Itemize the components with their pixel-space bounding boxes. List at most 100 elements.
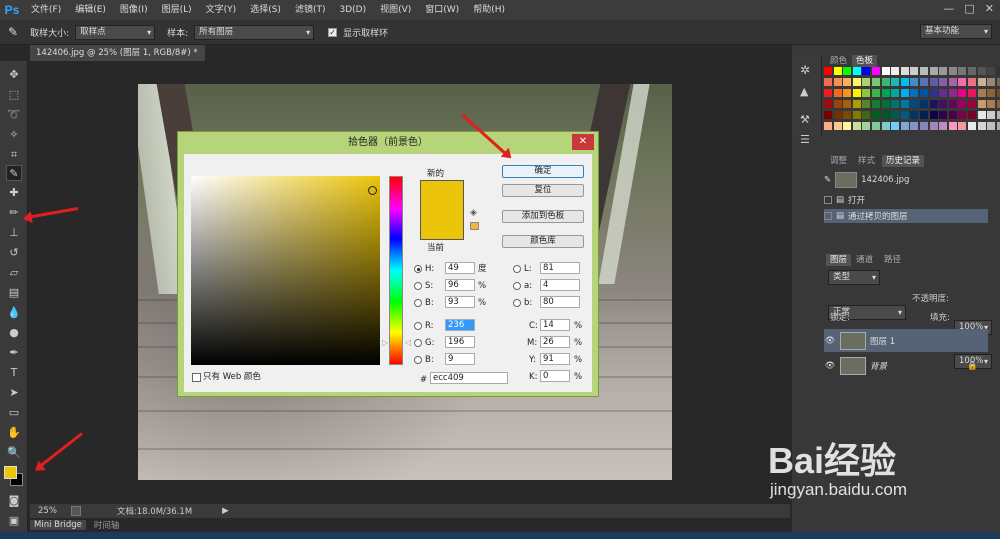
add-to-swatches-button[interactable]: 添加到色板	[502, 210, 584, 223]
swatch[interactable]	[891, 78, 900, 86]
reset-button[interactable]: 复位	[502, 184, 584, 197]
close-window-button[interactable]: ✕	[985, 2, 994, 15]
minimize-button[interactable]: —	[943, 2, 954, 15]
radio-a[interactable]	[513, 282, 521, 290]
ok-button[interactable]: 确定	[502, 165, 584, 178]
menu-3d[interactable]: 3D(D)	[332, 0, 373, 20]
blur-tool-icon[interactable]: 💧	[6, 305, 22, 321]
menu-window[interactable]: 窗口(W)	[418, 0, 466, 20]
swatch[interactable]	[833, 89, 842, 97]
swatch[interactable]	[958, 122, 967, 130]
radio-blue[interactable]	[414, 356, 422, 364]
workspace-select[interactable]: 基本功能	[920, 24, 992, 39]
swatch[interactable]	[948, 100, 957, 108]
status-info-icon[interactable]	[70, 506, 81, 516]
swatch[interactable]	[958, 111, 967, 119]
crop-tool-icon[interactable]: ⌗	[6, 147, 22, 163]
swatch[interactable]	[987, 122, 996, 130]
status-menu-arrow-icon[interactable]: ▶	[222, 506, 229, 516]
histogram-icon[interactable]: ▲	[800, 85, 808, 98]
move-tool-icon[interactable]: ✥	[6, 67, 22, 83]
swatch[interactable]	[872, 100, 880, 108]
swatch[interactable]	[833, 78, 842, 86]
color-selection-ring[interactable]	[368, 186, 377, 195]
swatch[interactable]	[881, 122, 890, 130]
tab-paths[interactable]: 路径	[880, 254, 905, 266]
swatch[interactable]	[900, 111, 909, 119]
swatch[interactable]	[843, 78, 852, 86]
swatch[interactable]	[948, 122, 957, 130]
swatch[interactable]	[852, 89, 861, 97]
menu-filter[interactable]: 滤镜(T)	[288, 0, 333, 20]
swatch[interactable]	[900, 100, 909, 108]
sample-size-select[interactable]: 取样点	[75, 24, 156, 40]
swatch[interactable]	[977, 67, 986, 75]
maximize-button[interactable]: □	[964, 2, 974, 15]
swatch[interactable]	[833, 122, 842, 130]
swatch[interactable]	[948, 78, 957, 86]
properties-icon[interactable]: ☰	[800, 133, 810, 146]
hand-tool-icon[interactable]: ✋	[6, 425, 22, 441]
swatch[interactable]	[891, 122, 900, 130]
menu-view[interactable]: 视图(V)	[373, 0, 418, 20]
swatch[interactable]	[881, 78, 890, 86]
history-brush-tool-icon[interactable]: ↺	[6, 245, 22, 261]
swatch[interactable]	[862, 89, 871, 97]
swatch[interactable]	[929, 67, 938, 75]
tab-color[interactable]: 颜色	[826, 55, 851, 67]
y-input[interactable]: 91	[540, 353, 570, 365]
visibility-eye-icon[interactable]: 👁	[824, 361, 836, 371]
swatch[interactable]	[881, 100, 890, 108]
swatch[interactable]	[891, 100, 900, 108]
swatch[interactable]	[843, 89, 852, 97]
radio-h[interactable]	[414, 265, 422, 273]
h-input[interactable]: 49	[445, 262, 475, 274]
swatch[interactable]	[910, 100, 919, 108]
tab-layers[interactable]: 图层	[826, 254, 852, 266]
web-safe-color-icon[interactable]	[470, 222, 479, 230]
radio-l[interactable]	[513, 265, 521, 273]
b-input[interactable]: 93	[445, 296, 475, 308]
radio-g[interactable]	[414, 339, 422, 347]
swatch[interactable]	[852, 111, 861, 119]
swatch[interactable]	[872, 89, 880, 97]
swatch[interactable]	[833, 67, 842, 75]
swatch[interactable]	[920, 78, 928, 86]
path-select-tool-icon[interactable]: ➤	[6, 385, 22, 401]
swatch[interactable]	[900, 67, 909, 75]
brush-tool-icon[interactable]: ✏	[6, 205, 22, 221]
menu-select[interactable]: 选择(S)	[243, 0, 288, 20]
swatch[interactable]	[910, 67, 919, 75]
c-input[interactable]: 14	[540, 319, 570, 331]
layer-row[interactable]: 👁 背景 🔒	[824, 354, 988, 377]
swatch[interactable]	[977, 100, 986, 108]
swatch[interactable]	[948, 67, 957, 75]
layer-row[interactable]: 👁 图层 1	[824, 329, 988, 352]
type-tool-icon[interactable]: T	[6, 365, 22, 381]
foreground-color-swatch[interactable]	[4, 466, 17, 479]
swatch[interactable]	[939, 100, 948, 108]
screen-mode-icon[interactable]: ▣	[6, 513, 22, 529]
swatch[interactable]	[920, 67, 928, 75]
swatch[interactable]	[843, 122, 852, 130]
swatch[interactable]	[824, 100, 832, 108]
swatch[interactable]	[948, 111, 957, 119]
hue-slider-arrow-left-icon[interactable]: ▷	[382, 338, 388, 347]
s-input[interactable]: 96	[445, 279, 475, 291]
swatch[interactable]	[939, 89, 948, 97]
swatch[interactable]	[939, 122, 948, 130]
menu-file[interactable]: 文件(F)	[24, 0, 68, 20]
swatch[interactable]	[958, 89, 967, 97]
swatch[interactable]	[852, 67, 861, 75]
saturation-brightness-field[interactable]	[191, 176, 380, 365]
swatch[interactable]	[900, 122, 909, 130]
eyedropper-icon[interactable]: ✎	[8, 25, 18, 39]
swatch[interactable]	[881, 111, 890, 119]
eraser-tool-icon[interactable]: ▱	[6, 265, 22, 281]
swatch[interactable]	[968, 111, 976, 119]
swatch[interactable]	[958, 67, 967, 75]
document-tab[interactable]: 142406.jpg @ 25% (图层 1, RGB/8#) *	[30, 45, 205, 61]
history-item-active[interactable]: ▤ 通过拷贝的图层	[824, 209, 988, 223]
radio-r[interactable]	[414, 322, 422, 330]
swatch[interactable]	[824, 89, 832, 97]
